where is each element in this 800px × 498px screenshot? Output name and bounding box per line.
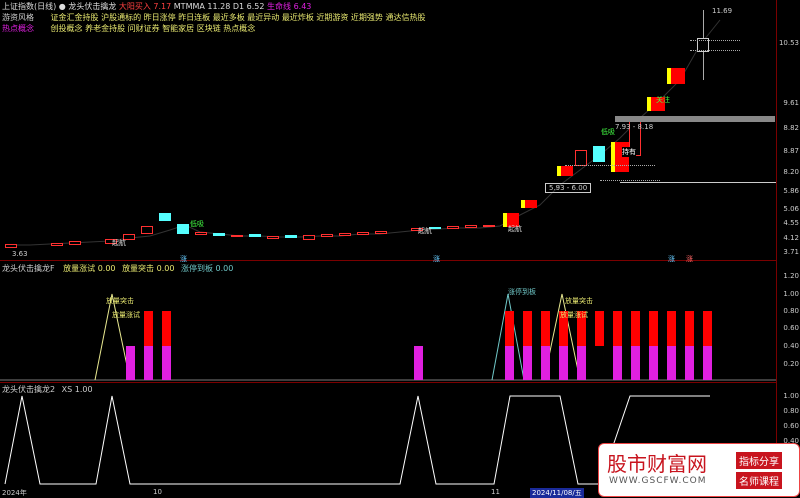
dotted-guide [690, 40, 740, 41]
axis-label: 4.55 [783, 219, 799, 227]
price-axis: 10.53 9.61 8.82 8.87 8.20 5.86 5.06 4.55… [776, 0, 800, 497]
candle [213, 233, 225, 236]
sub1-note: 涨停到板 [508, 288, 536, 296]
candle [465, 225, 477, 228]
sub1-note: 放量突击 [106, 297, 134, 305]
range-label: 5.93 - 6.00 [545, 183, 592, 193]
signal-tag: 低吸 [601, 128, 615, 136]
signal-tag: 起航 [508, 225, 522, 233]
low-price-label: 3.63 [12, 250, 28, 258]
watermark-tag: 名师课程 [736, 472, 782, 489]
candle [51, 243, 63, 246]
sub1-axis-label: 0.20 [783, 360, 799, 368]
candle [249, 234, 261, 237]
candle [593, 146, 605, 162]
watermark-box: 股市财富网 WWW.GSCFW.COM 指标分享 名师课程 [598, 443, 800, 497]
dotted-guide [565, 165, 655, 166]
candlestick-chart[interactable] [0, 0, 776, 260]
axis-label: 8.87 [783, 147, 799, 155]
x-axis-month: 10 [153, 488, 162, 496]
resistance-band [615, 116, 775, 122]
candle [195, 232, 207, 235]
axis-label: 5.86 [783, 187, 799, 195]
sub1-note: 放量涨试 [112, 311, 140, 319]
axis-label: 3.71 [783, 248, 799, 256]
candle [339, 233, 351, 236]
high-price-label: 11.69 [712, 7, 733, 15]
axis-label: 8.20 [783, 168, 799, 176]
signal-bars [126, 311, 712, 380]
signal-tag: 起航 [112, 239, 126, 247]
sub1-axis-label: 1.20 [783, 272, 799, 280]
candle [321, 234, 333, 237]
sub1-axis-label: 0.40 [783, 342, 799, 350]
sub2-axis-label: 0.80 [783, 407, 799, 415]
candle [483, 225, 495, 227]
sub2-axis-label: 0.60 [783, 422, 799, 430]
sub1-note: 放量涨试 [560, 311, 588, 319]
watermark-tag: 指标分享 [736, 452, 782, 469]
axis-label: 10.53 [778, 39, 799, 47]
signal-tag: 持有 [622, 147, 636, 157]
panel-divider [0, 382, 776, 383]
candle [575, 150, 587, 166]
signal-tag: 起航 [418, 227, 432, 235]
candle [285, 235, 297, 238]
signal-tag: 低吸 [190, 220, 204, 228]
candle [159, 213, 171, 221]
axis-label: 5.06 [783, 205, 799, 213]
axis-label: 4.12 [783, 234, 799, 242]
dotted-guide [600, 180, 660, 181]
limit-up-candle [521, 200, 537, 208]
candle [357, 232, 369, 235]
sub1-axis-label: 0.60 [783, 324, 799, 332]
x-axis-month: 11 [491, 488, 500, 496]
candle [267, 236, 279, 239]
candle [231, 235, 243, 237]
candle [177, 224, 189, 234]
signal-tag: 关注 [656, 96, 670, 104]
limit-up-candle [557, 166, 573, 176]
dotted-guide [690, 50, 740, 51]
sub1-axis-label: 0.80 [783, 307, 799, 315]
candle [69, 241, 81, 245]
sub1-axis-label: 1.00 [783, 290, 799, 298]
watermark-url: WWW.GSCFW.COM [609, 476, 707, 486]
candle [447, 226, 459, 229]
candle [375, 231, 387, 234]
candle [5, 244, 17, 248]
candle [303, 235, 315, 240]
axis-label: 9.61 [783, 99, 799, 107]
signal-bars-chart [0, 293, 776, 381]
watermark-title: 股市财富网 [607, 452, 707, 476]
sub1-note: 放量突击 [565, 297, 593, 305]
candle [141, 226, 153, 234]
axis-label: 8.82 [783, 124, 799, 132]
support-line [620, 182, 776, 183]
range-label: 7.93 - 8.18 [615, 123, 654, 131]
limit-up-candle [667, 68, 685, 84]
panel-divider [0, 260, 776, 261]
sub2-axis-label: 1.00 [783, 392, 799, 400]
